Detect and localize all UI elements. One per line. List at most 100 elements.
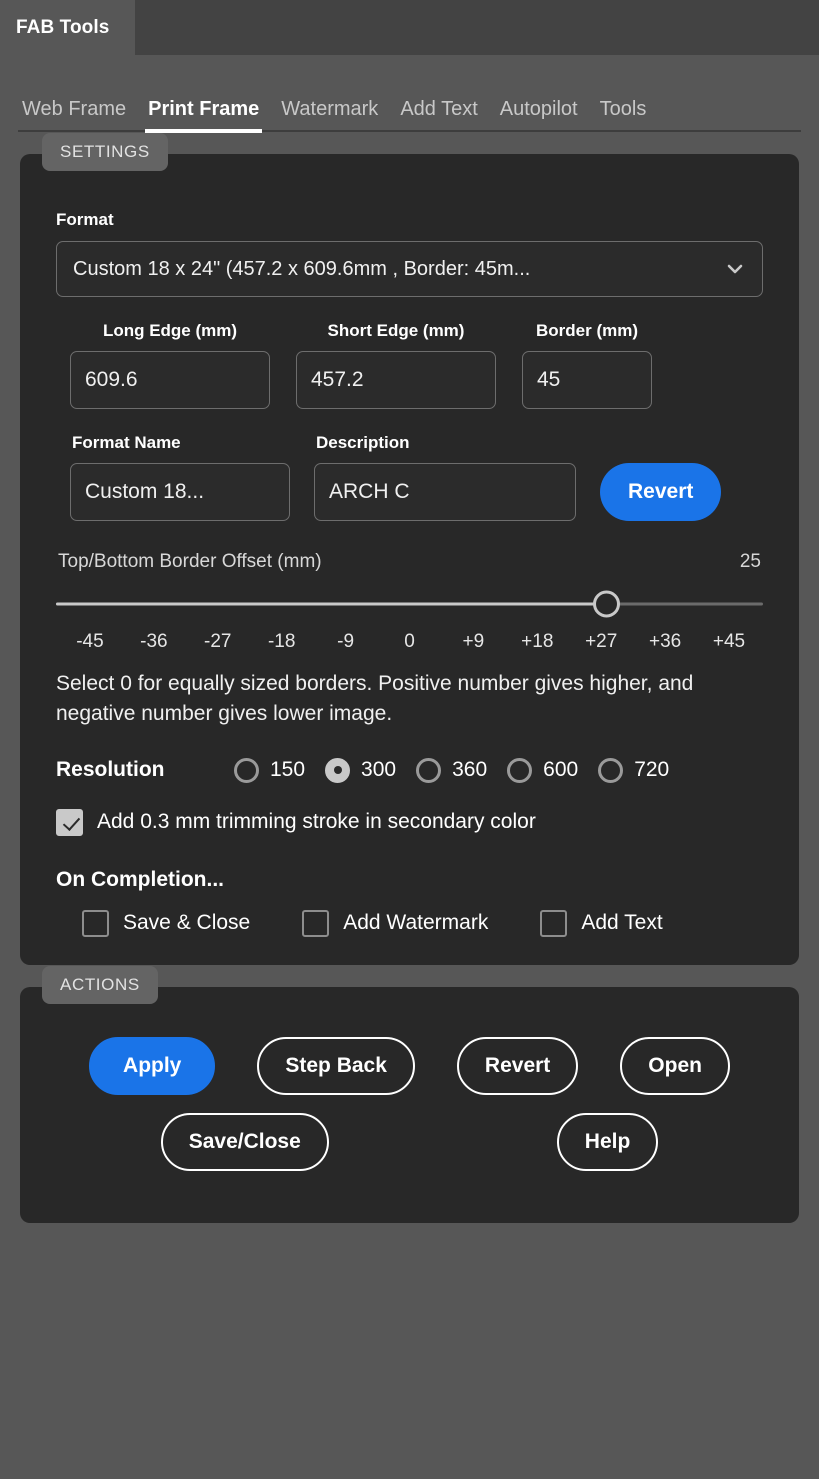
slider-tick-1: -36 [140, 631, 168, 652]
actions-row-primary: Apply Step Back Revert Open [56, 1036, 763, 1095]
on-completion-checkbox-0[interactable] [82, 909, 109, 937]
on-completion-item-1[interactable]: Add Watermark [302, 909, 489, 937]
tab-add-text[interactable]: Add Text [389, 98, 488, 132]
tab-watermark[interactable]: Watermark [270, 98, 389, 132]
border-input[interactable]: 45 [522, 351, 652, 409]
long-edge-field-group: Long Edge (mm) 609.6 [70, 321, 270, 409]
title-bar: FAB Tools [0, 0, 819, 55]
tab-tools[interactable]: Tools [589, 98, 658, 132]
radio-300[interactable] [325, 757, 351, 783]
radio-150[interactable] [234, 757, 259, 783]
trimming-stroke-label: Add 0.3 mm trimming stroke in secondary … [97, 810, 536, 834]
border-offset-value: 25 [739, 551, 761, 572]
app-title: FAB Tools [16, 16, 110, 38]
radio-label-150: 150 [270, 758, 306, 782]
slider-tick-8: +27 [585, 631, 618, 652]
format-name-label: Format Name [72, 433, 181, 452]
radio-label-360: 360 [452, 758, 488, 782]
on-completion-options: Save & Close Add Watermark Add Text [56, 909, 763, 937]
actions-row-secondary: Save/Close Help [56, 1112, 763, 1171]
on-completion-checkbox-1[interactable] [302, 909, 330, 937]
description-group: Description ARCH C [314, 433, 576, 521]
description-label: Description [316, 433, 410, 452]
format-select[interactable]: Custom 18 x 24" (457.2 x 609.6mm , Borde… [56, 241, 763, 297]
description-value: ARCH C [329, 480, 410, 503]
actions-badge: ACTIONS [42, 965, 158, 1004]
actions-panel: Apply Step Back Revert Open Save/Close H… [20, 986, 799, 1223]
radio-label-720: 720 [634, 758, 670, 782]
revert-format-button[interactable]: Revert [600, 463, 722, 521]
radio-label-600: 600 [543, 758, 579, 782]
radio-label-300: 300 [361, 758, 397, 782]
app-window-tab[interactable]: FAB Tools [0, 0, 136, 55]
on-completion-title: On Completion... [56, 867, 224, 891]
trimming-stroke-checkbox-row[interactable]: Add 0.3 mm trimming stroke in secondary … [56, 808, 763, 836]
format-name-row: Format Name Custom 18... Description ARC… [56, 433, 763, 521]
short-edge-value: 457.2 [311, 368, 364, 391]
on-completion-item-2[interactable]: Add Text [540, 909, 663, 937]
settings-panel-wrapper: SETTINGS Format Custom 18 x 24" (457.2 x… [20, 133, 799, 965]
border-label: Border (mm) [535, 321, 638, 340]
short-edge-field-group: Short Edge (mm) 457.2 [296, 321, 496, 409]
long-edge-input[interactable]: 609.6 [70, 351, 270, 409]
revert-button[interactable]: Revert [456, 1036, 579, 1095]
long-edge-label: Long Edge (mm) [102, 321, 238, 340]
format-name-value: Custom 18... [85, 480, 205, 503]
apply-button[interactable]: Apply [89, 1036, 216, 1095]
slider-track-fill [56, 602, 606, 606]
slider-thumb[interactable] [592, 590, 620, 618]
slider-tick-7: +18 [521, 631, 554, 652]
short-edge-label: Short Edge (mm) [327, 321, 465, 340]
resolution-option-600[interactable]: 600 [507, 757, 579, 783]
help-button[interactable]: Help [556, 1112, 659, 1171]
border-offset-slider-section: Top/Bottom Border Offset (mm) 25 -45 -36 -… [56, 551, 763, 653]
radio-600[interactable] [507, 757, 533, 783]
format-label: Format [56, 210, 114, 229]
border-value: 45 [537, 368, 561, 391]
on-completion-checkbox-2[interactable] [540, 909, 568, 937]
slider-tick-3: -18 [267, 631, 296, 652]
resolution-row: Resolution 150 300 360 600 720 [56, 757, 763, 783]
tab-web-frame[interactable]: Web Frame [18, 98, 137, 132]
settings-panel: Format Custom 18 x 24" (457.2 x 609.6mm … [20, 154, 799, 965]
dimensions-row: Long Edge (mm) 609.6 Short Edge (mm) 457… [56, 321, 763, 409]
actions-panel-wrapper: ACTIONS Apply Step Back Revert Open Save… [20, 965, 799, 1223]
short-edge-input[interactable]: 457.2 [296, 351, 496, 409]
resolution-option-150[interactable]: 150 [234, 757, 306, 783]
slider-tick-labels: -45 -36 -27 -18 -9 0 +9 +18 +27 +36 +45 [56, 631, 763, 653]
slider-tick-9: +36 [648, 631, 682, 652]
step-back-button[interactable]: Step Back [257, 1036, 415, 1095]
resolution-option-300[interactable]: 300 [325, 757, 397, 783]
slider-tick-4: -9 [337, 631, 355, 652]
border-offset-hint: Select 0 for equally sized borders. Posi… [56, 672, 694, 726]
border-offset-label: Top/Bottom Border Offset (mm) [58, 551, 322, 572]
chevron-down-icon [726, 260, 744, 278]
on-completion-item-0[interactable]: Save & Close [82, 909, 251, 937]
slider-tick-5: 0 [404, 631, 415, 652]
resolution-label: Resolution [56, 758, 165, 782]
long-edge-value: 609.6 [85, 368, 138, 391]
settings-badge: SETTINGS [42, 133, 168, 171]
main-tab-strip: Web Frame Print Frame Watermark Add Text… [0, 55, 819, 133]
description-input[interactable]: ARCH C [314, 463, 576, 521]
save-close-button[interactable]: Save/Close [160, 1112, 329, 1171]
trimming-stroke-checkbox[interactable] [56, 808, 83, 836]
slider-tick-0: -45 [76, 631, 104, 652]
format-name-group: Format Name Custom 18... [70, 433, 290, 521]
radio-360[interactable] [416, 757, 442, 783]
border-field-group: Border (mm) 45 [522, 321, 652, 409]
slider-tick-2: -27 [204, 631, 232, 652]
format-select-value: Custom 18 x 24" (457.2 x 609.6mm , Borde… [73, 257, 531, 280]
radio-720[interactable] [598, 757, 624, 783]
tab-autopilot[interactable]: Autopilot [489, 98, 589, 132]
open-button[interactable]: Open [620, 1036, 730, 1095]
slider-tick-6: +9 [462, 631, 485, 652]
format-name-input[interactable]: Custom 18... [70, 463, 290, 521]
tab-print-frame[interactable]: Print Frame [137, 98, 270, 133]
on-completion-label-1: Add Watermark [343, 911, 489, 935]
on-completion-label-0: Save & Close [123, 911, 251, 935]
on-completion-label-2: Add Text [581, 911, 663, 935]
border-offset-slider[interactable] [56, 583, 763, 625]
resolution-option-360[interactable]: 360 [416, 757, 488, 783]
resolution-option-720[interactable]: 720 [598, 757, 670, 783]
